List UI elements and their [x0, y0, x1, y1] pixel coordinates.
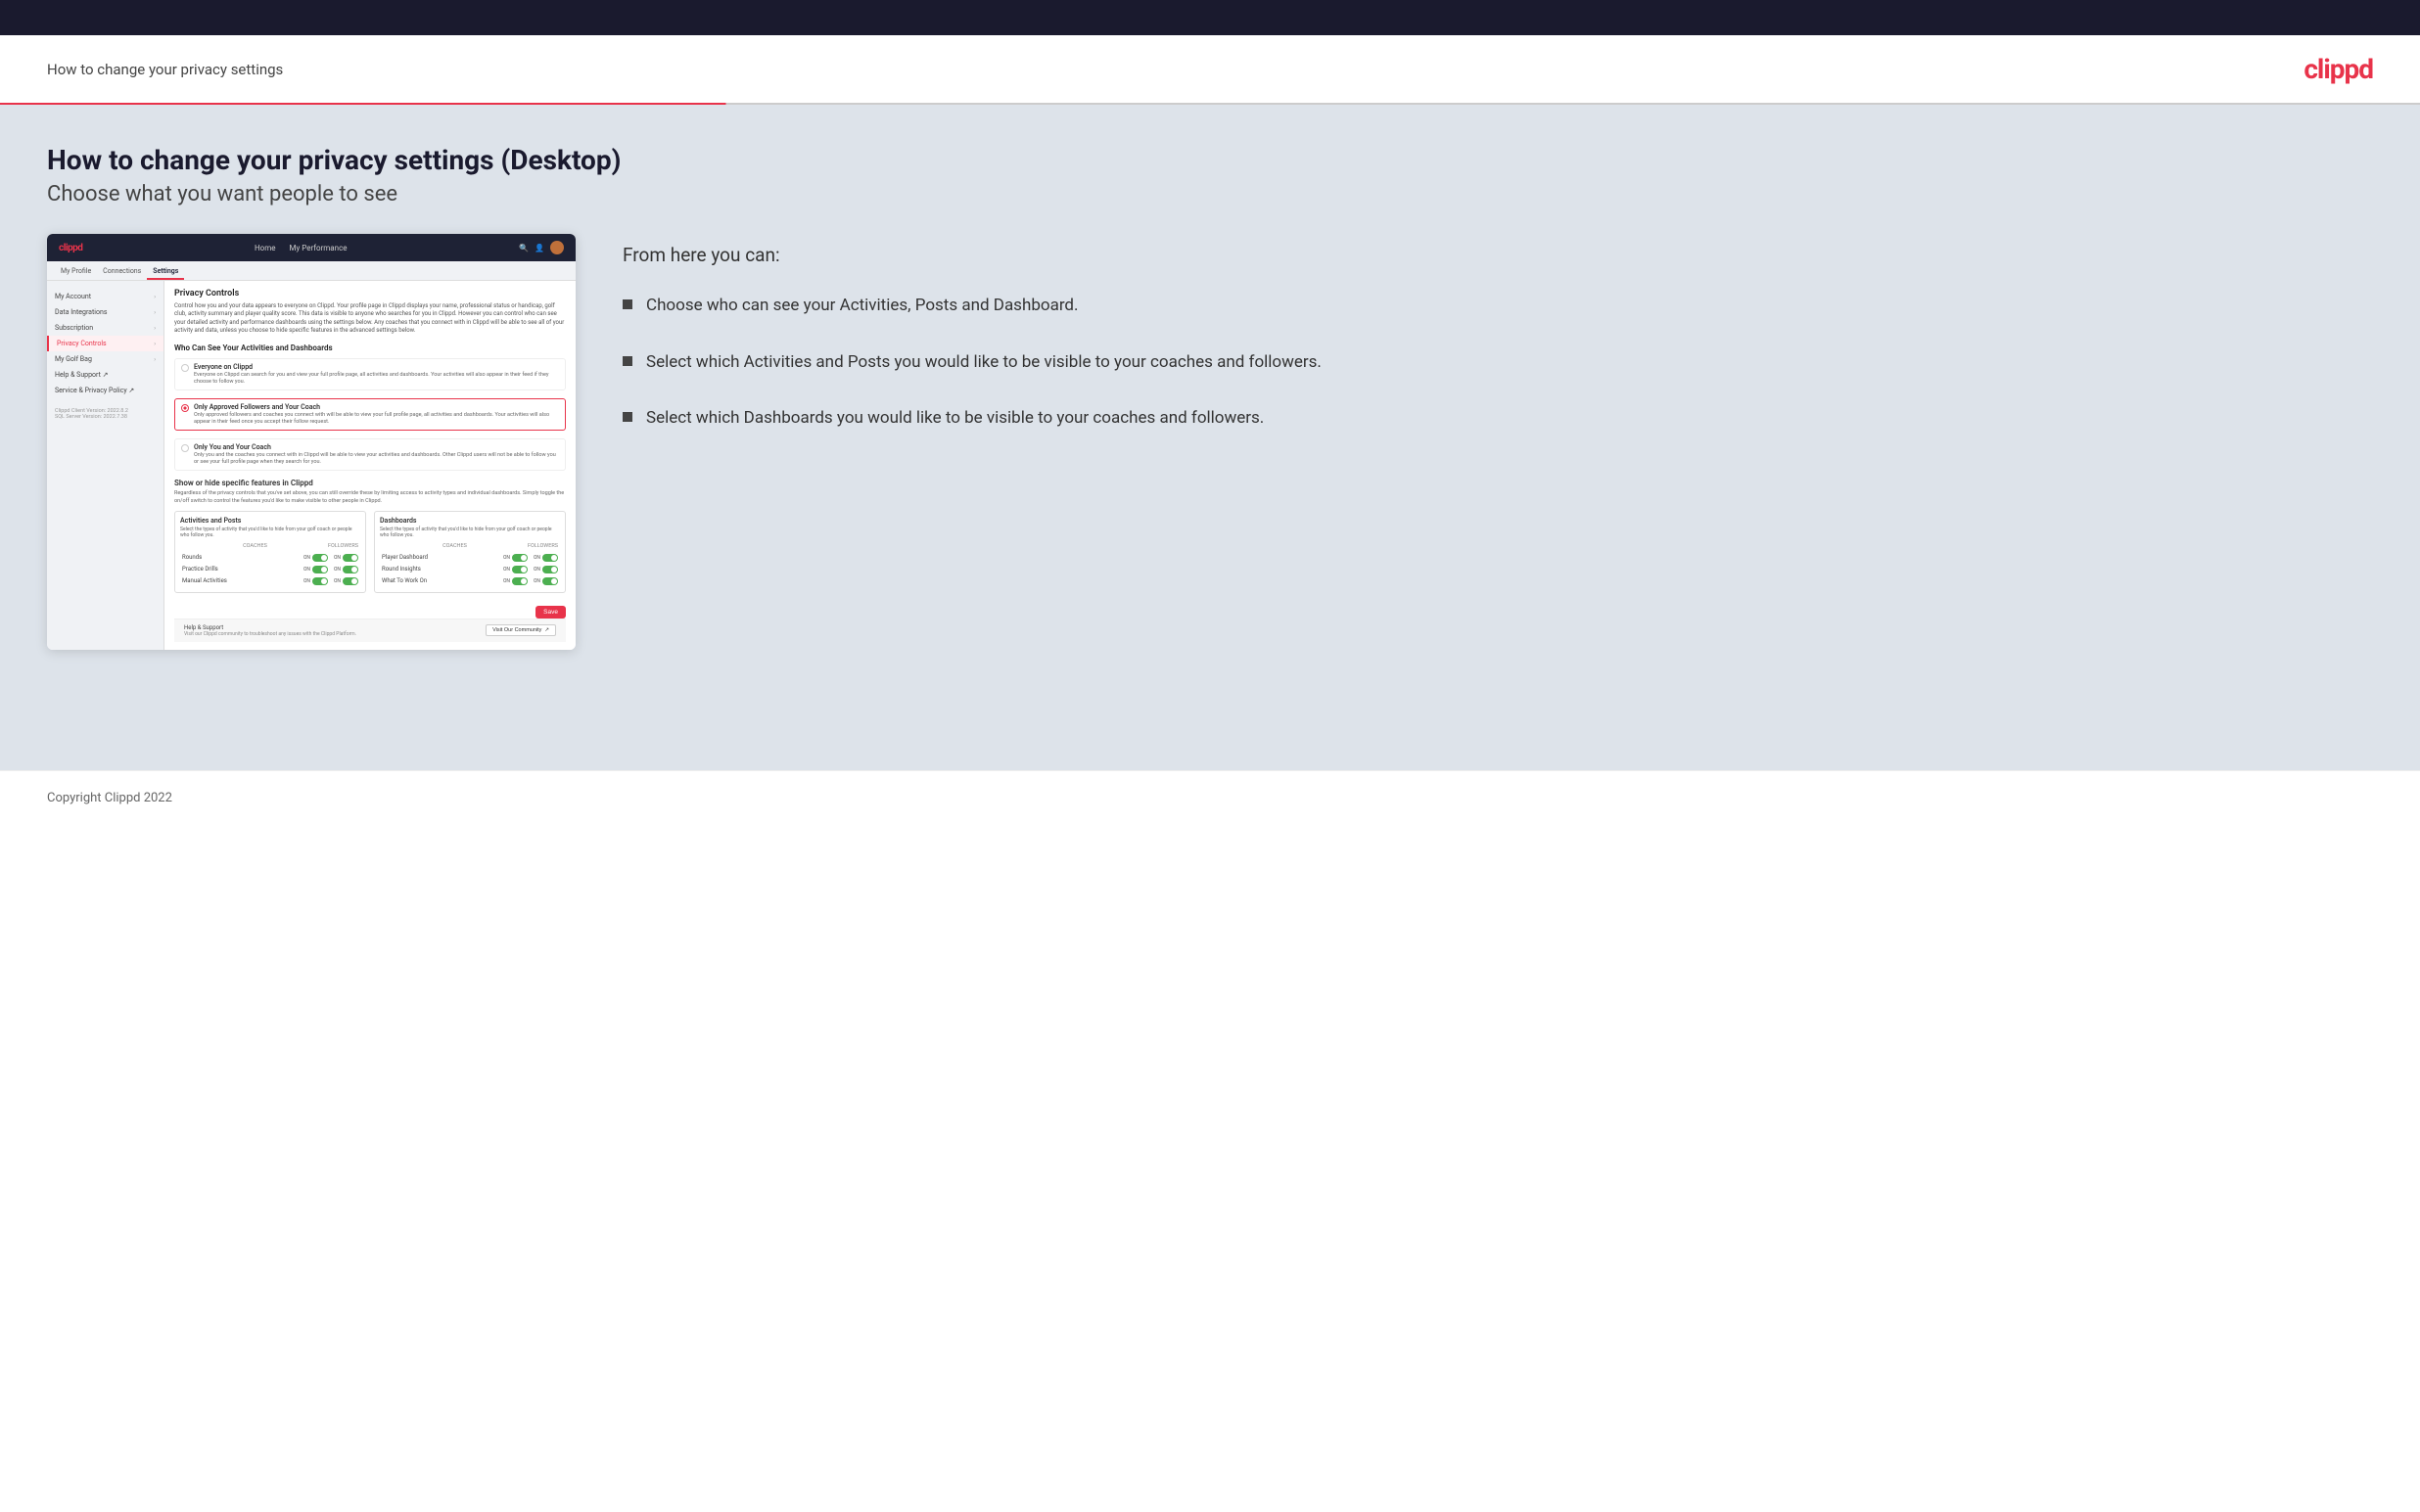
chevron-icon: › [154, 294, 156, 300]
drills-followers-toggle[interactable]: ON [334, 566, 358, 573]
mock-nav-icons: 🔍 👤 [519, 241, 564, 254]
manual-activities-row: Manual Activities ON ON [180, 575, 360, 587]
manual-coaches-toggle[interactable]: ON [303, 577, 328, 585]
mock-toggles-row: Activities and Posts Select the types of… [174, 511, 566, 593]
mock-sub-nav: My Profile Connections Settings [47, 261, 576, 281]
chevron-icon: › [154, 341, 156, 347]
wwon-followers-toggle[interactable]: ON [534, 577, 558, 585]
header: How to change your privacy settings clip… [0, 35, 2420, 103]
round-insights-followers-toggle[interactable]: ON [534, 566, 558, 573]
mock-dashboards-panel: Dashboards Select the types of activity … [374, 511, 566, 593]
radio-dot-everyone [181, 364, 189, 372]
visit-community-button[interactable]: Visit Our Community ↗ [486, 624, 556, 636]
mock-sidebar-subscription[interactable]: Subscription › [47, 320, 163, 336]
radio-dot-only-you [181, 444, 189, 452]
dashboards-toggle-header: COACHES FOLLOWERS [380, 543, 560, 549]
mock-nav-links: Home My Performance [255, 244, 348, 252]
mock-save-row: Save [174, 599, 566, 619]
player-dash-followers-toggle[interactable]: ON [534, 554, 558, 562]
player-dash-coaches-toggle[interactable]: ON [503, 554, 528, 562]
bullet-square [623, 412, 632, 422]
content-layout: clippd Home My Performance 🔍 👤 My Profil… [47, 234, 2373, 650]
user-icon: 👤 [535, 244, 544, 252]
list-item: Select which Dashboards you would like t… [623, 406, 2373, 432]
mock-profile-tab[interactable]: My Profile [55, 265, 97, 280]
chevron-icon: › [154, 309, 156, 316]
dashboards-panel-title: Dashboards [380, 517, 560, 525]
right-panel: From here you can: Choose who can see yo… [623, 234, 2373, 463]
radio-dot-followers [181, 404, 189, 412]
chevron-icon: › [154, 325, 156, 332]
dashboards-panel-desc: Select the types of activity that you'd … [380, 527, 560, 539]
mock-show-hide-desc: Regardless of the privacy controls that … [174, 490, 566, 504]
mock-navbar: clippd Home My Performance 🔍 👤 [47, 234, 576, 261]
mock-sidebar-data-integrations[interactable]: Data Integrations › [47, 304, 163, 320]
mock-performance-link: My Performance [289, 244, 347, 252]
footer: Copyright Clippd 2022 [0, 770, 2420, 821]
mock-version: Clippd Client Version: 2022.8.2SQL Serve… [47, 402, 163, 426]
mock-body: My Account › Data Integrations › Subscri… [47, 281, 576, 650]
top-bar [0, 0, 2420, 35]
activities-toggle-header: COACHES FOLLOWERS [180, 543, 360, 549]
player-dashboard-row: Player Dashboard ON ON [380, 552, 560, 564]
screenshot-mock: clippd Home My Performance 🔍 👤 My Profil… [47, 234, 576, 650]
mock-sidebar-my-account[interactable]: My Account › [47, 289, 163, 304]
search-icon: 🔍 [519, 244, 529, 252]
avatar-circle [550, 241, 564, 254]
mock-radio-everyone[interactable]: Everyone on Clippd Everyone on Clippd ca… [174, 358, 566, 390]
list-item: Choose who can see your Activities, Post… [623, 294, 2373, 319]
help-desc: Visit our Clippd community to troublesho… [184, 631, 356, 637]
mock-sidebar-privacy-policy[interactable]: Service & Privacy Policy ↗ [47, 383, 163, 398]
mock-section-desc: Control how you and your data appears to… [174, 302, 566, 336]
bullet-list: Choose who can see your Activities, Post… [623, 294, 2373, 432]
mock-privacy-controls-title: Privacy Controls [174, 289, 566, 298]
list-item: Select which Activities and Posts you wo… [623, 350, 2373, 376]
manual-followers-toggle[interactable]: ON [334, 577, 358, 585]
bullet-square [623, 299, 632, 309]
mock-radio-followers[interactable]: Only Approved Followers and Your Coach O… [174, 398, 566, 431]
activities-panel-desc: Select the types of activity that you'd … [180, 527, 360, 539]
activities-panel-title: Activities and Posts [180, 517, 360, 525]
mock-show-hide-title: Show or hide specific features in Clippd [174, 479, 566, 487]
page-heading: How to change your privacy settings (Des… [47, 144, 2373, 176]
chevron-icon: › [154, 356, 156, 363]
bullet-square [623, 356, 632, 366]
mock-sidebar-help[interactable]: Help & Support ↗ [47, 367, 163, 383]
round-insights-row: Round Insights ON ON [380, 564, 560, 575]
mock-sidebar-privacy-controls[interactable]: Privacy Controls › [47, 336, 163, 351]
external-link-icon: ↗ [544, 627, 549, 633]
rounds-followers-toggle[interactable]: ON [334, 554, 358, 562]
mock-who-can-see: Who Can See Your Activities and Dashboar… [174, 344, 566, 352]
page-subheading: Choose what you want people to see [47, 182, 2373, 206]
drills-coaches-toggle[interactable]: ON [303, 566, 328, 573]
mock-radio-group: Everyone on Clippd Everyone on Clippd ca… [174, 358, 566, 472]
practice-drills-row: Practice Drills ON ON [180, 564, 360, 575]
mock-home-link: Home [255, 244, 276, 252]
what-to-work-on-row: What To Work On ON ON [380, 575, 560, 587]
mock-logo: clippd [59, 243, 82, 253]
mock-sidebar: My Account › Data Integrations › Subscri… [47, 281, 164, 650]
round-insights-coaches-toggle[interactable]: ON [503, 566, 528, 573]
bullet-text-1: Choose who can see your Activities, Post… [646, 294, 1079, 319]
help-title: Help & Support [184, 624, 356, 631]
mock-main-panel: Privacy Controls Control how you and you… [164, 281, 576, 650]
rounds-row: Rounds ON ON [180, 552, 360, 564]
main-content: How to change your privacy settings (Des… [0, 105, 2420, 770]
bullet-text-2: Select which Activities and Posts you wo… [646, 350, 1322, 376]
mock-sidebar-golf-bag[interactable]: My Golf Bag › [47, 351, 163, 367]
from-here-label: From here you can: [623, 244, 2373, 266]
mock-settings-tab[interactable]: Settings [147, 265, 184, 280]
rounds-coaches-toggle[interactable]: ON [303, 554, 328, 562]
mock-connections-tab[interactable]: Connections [97, 265, 147, 280]
wwon-coaches-toggle[interactable]: ON [503, 577, 528, 585]
mock-activities-panel: Activities and Posts Select the types of… [174, 511, 366, 593]
bullet-text-3: Select which Dashboards you would like t… [646, 406, 1264, 432]
copyright: Copyright Clippd 2022 [47, 791, 172, 805]
mock-radio-only-you[interactable]: Only You and Your Coach Only you and the… [174, 438, 566, 471]
logo: clippd [2304, 53, 2373, 85]
mock-save-button[interactable]: Save [535, 606, 566, 619]
header-title: How to change your privacy settings [47, 61, 283, 78]
mock-help-bar: Help & Support Visit our Clippd communit… [174, 619, 566, 642]
